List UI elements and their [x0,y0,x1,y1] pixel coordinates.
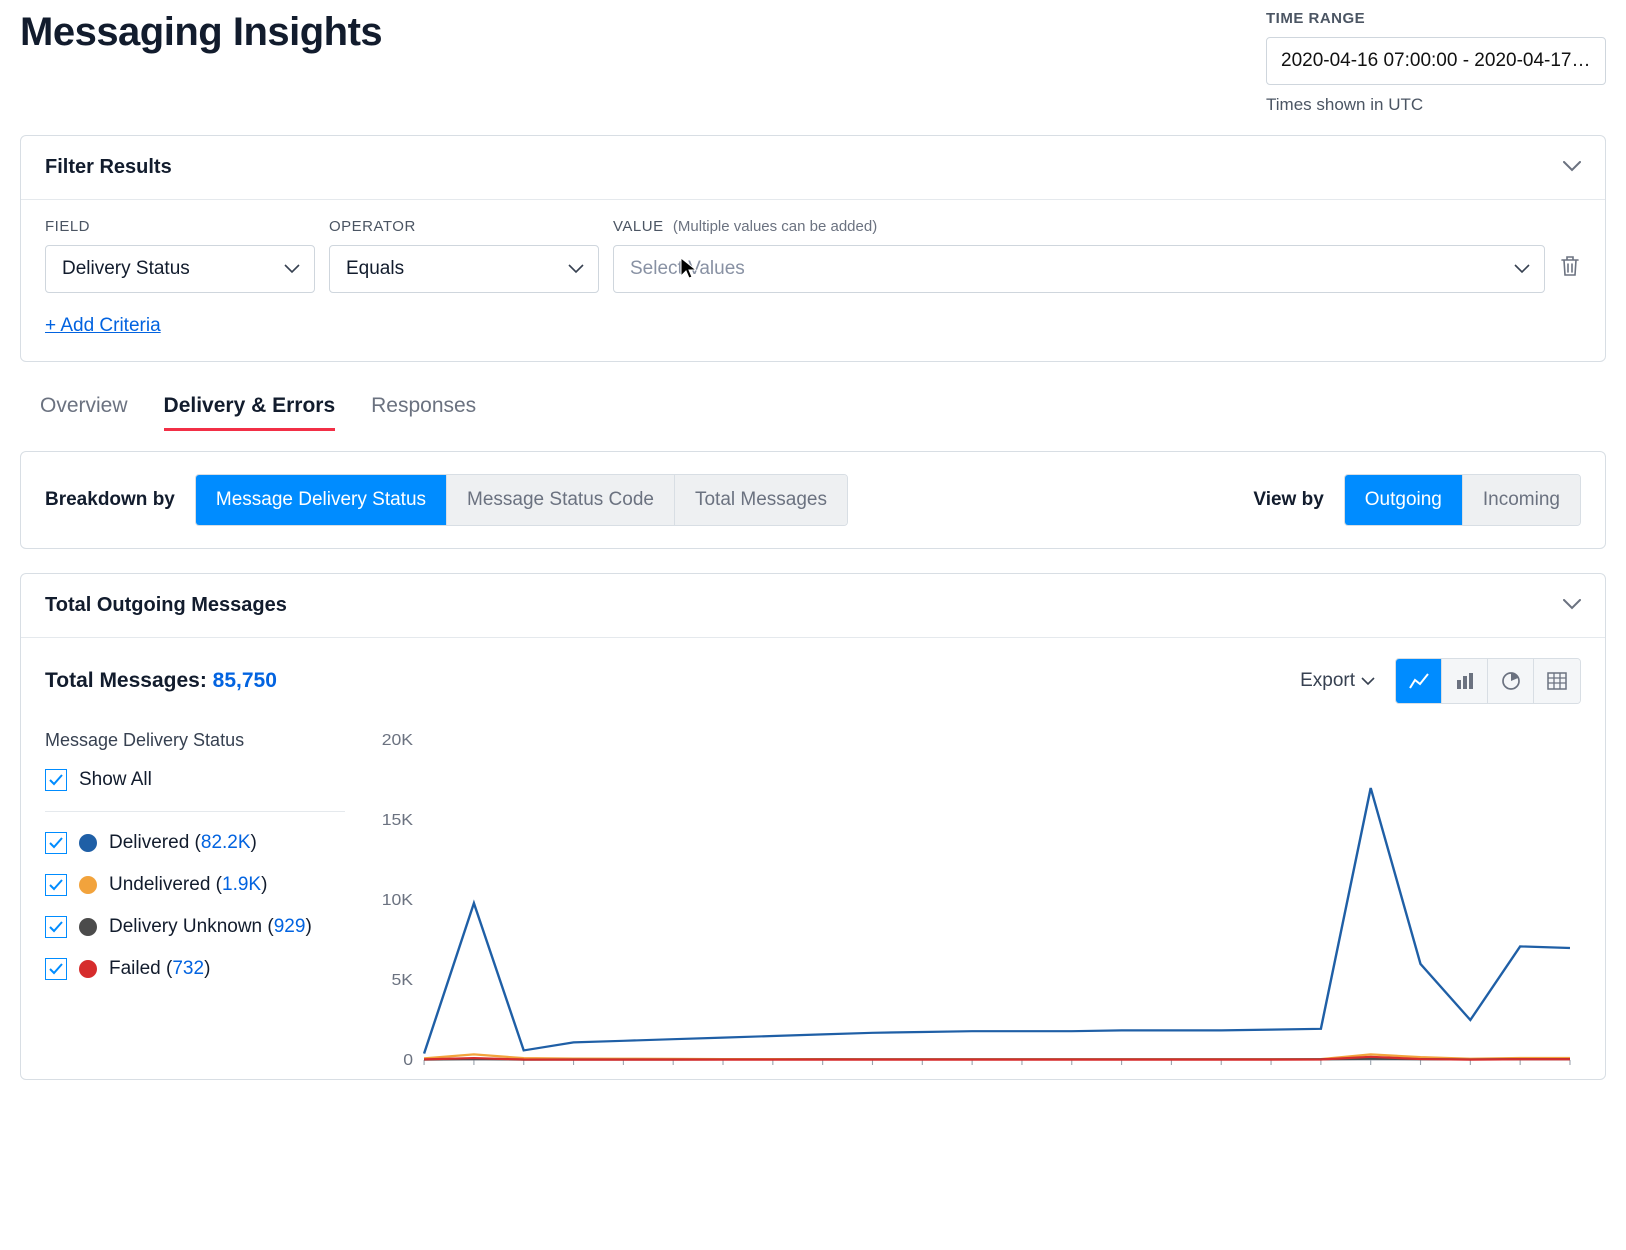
legend-undelivered[interactable]: Undelivered (1.9K) [45,874,345,896]
chart-area: 0 5K 10K 15K 20K [369,730,1581,1075]
checkbox-icon[interactable] [45,958,67,980]
svg-text:15K: 15K [382,811,414,829]
filter-value-placeholder: Select Values [630,258,745,279]
legend-delivered[interactable]: Delivered (82.2K) [45,832,345,854]
chart-legend: Message Delivery Status Show All Deliver… [45,730,345,1075]
time-range-label: TIME RANGE [1266,10,1606,27]
breakdown-message-delivery-status[interactable]: Message Delivery Status [196,475,447,525]
filter-operator-select[interactable]: Equals [329,245,599,293]
filter-header: Filter Results [45,156,172,179]
time-range-block: TIME RANGE 2020-04-16 07:00:00 - 2020-04… [1266,10,1606,115]
svg-text:0: 0 [403,1051,413,1069]
add-criteria-link[interactable]: + Add Criteria [45,315,161,337]
breakdown-message-status-code[interactable]: Message Status Code [447,475,675,525]
checkbox-icon[interactable] [45,874,67,896]
svg-text:20K: 20K [382,731,414,749]
view-table-button[interactable] [1534,659,1580,703]
chevron-down-icon[interactable] [1563,597,1581,615]
tab-responses[interactable]: Responses [371,386,476,431]
view-bar-chart-button[interactable] [1442,659,1488,703]
viewby-segmented: Outgoing Incoming [1344,474,1581,526]
filter-field-value: Delivery Status [62,258,190,279]
filter-value-select[interactable]: Select Values [613,245,1545,293]
filter-operator-label: OPERATOR [329,218,599,235]
delete-filter-button[interactable] [1559,254,1581,293]
breakdown-segmented: Message Delivery Status Message Status C… [195,474,848,526]
viewby-label: View by [1253,489,1323,511]
controls-panel: Breakdown by Message Delivery Status Mes… [20,451,1606,549]
legend-failed[interactable]: Failed (732) [45,958,345,980]
swatch-icon [79,834,97,852]
breakdown-label: Breakdown by [45,489,175,511]
tabs: Overview Delivery & Errors Responses [20,386,1606,431]
time-range-select[interactable]: 2020-04-16 07:00:00 - 2020-04-17… [1266,37,1606,85]
time-range-note: Times shown in UTC [1266,95,1606,115]
view-line-chart-button[interactable] [1396,659,1442,703]
page-title: Messaging Insights [20,10,382,55]
svg-text:5K: 5K [392,971,414,989]
filter-panel: Filter Results FIELD Delivery Status OPE… [20,135,1606,362]
chart-view-switch [1395,658,1581,704]
viewby-outgoing[interactable]: Outgoing [1345,475,1463,525]
checkbox-icon[interactable] [45,769,67,791]
export-button[interactable]: Export [1300,670,1375,692]
chevron-down-icon[interactable] [1563,159,1581,177]
chart-panel: Total Outgoing Messages Total Messages: … [20,573,1606,1080]
filter-operator-value: Equals [346,258,404,279]
legend-unknown[interactable]: Delivery Unknown (929) [45,916,345,938]
tab-delivery-errors[interactable]: Delivery & Errors [164,386,336,431]
tab-overview[interactable]: Overview [40,386,128,431]
legend-show-all[interactable]: Show All [45,769,345,791]
swatch-icon [79,876,97,894]
view-pie-chart-button[interactable] [1488,659,1534,703]
chart-header: Total Outgoing Messages [45,594,287,617]
filter-value-label: VALUE (Multiple values can be added) [613,218,1545,235]
chevron-down-icon [284,258,300,280]
filter-field-select[interactable]: Delivery Status [45,245,315,293]
checkbox-icon[interactable] [45,916,67,938]
swatch-icon [79,960,97,978]
total-messages-count: 85,750 [213,669,277,692]
filter-field-label: FIELD [45,218,315,235]
line-chart: 0 5K 10K 15K 20K [369,730,1581,1070]
total-messages: Total Messages: 85,750 [45,669,277,693]
swatch-icon [79,918,97,936]
viewby-incoming[interactable]: Incoming [1463,475,1580,525]
svg-text:10K: 10K [382,891,414,909]
breakdown-total-messages[interactable]: Total Messages [675,475,847,525]
chevron-down-icon [568,258,584,280]
legend-title: Message Delivery Status [45,730,345,751]
checkbox-icon[interactable] [45,832,67,854]
chevron-down-icon [1514,258,1530,280]
